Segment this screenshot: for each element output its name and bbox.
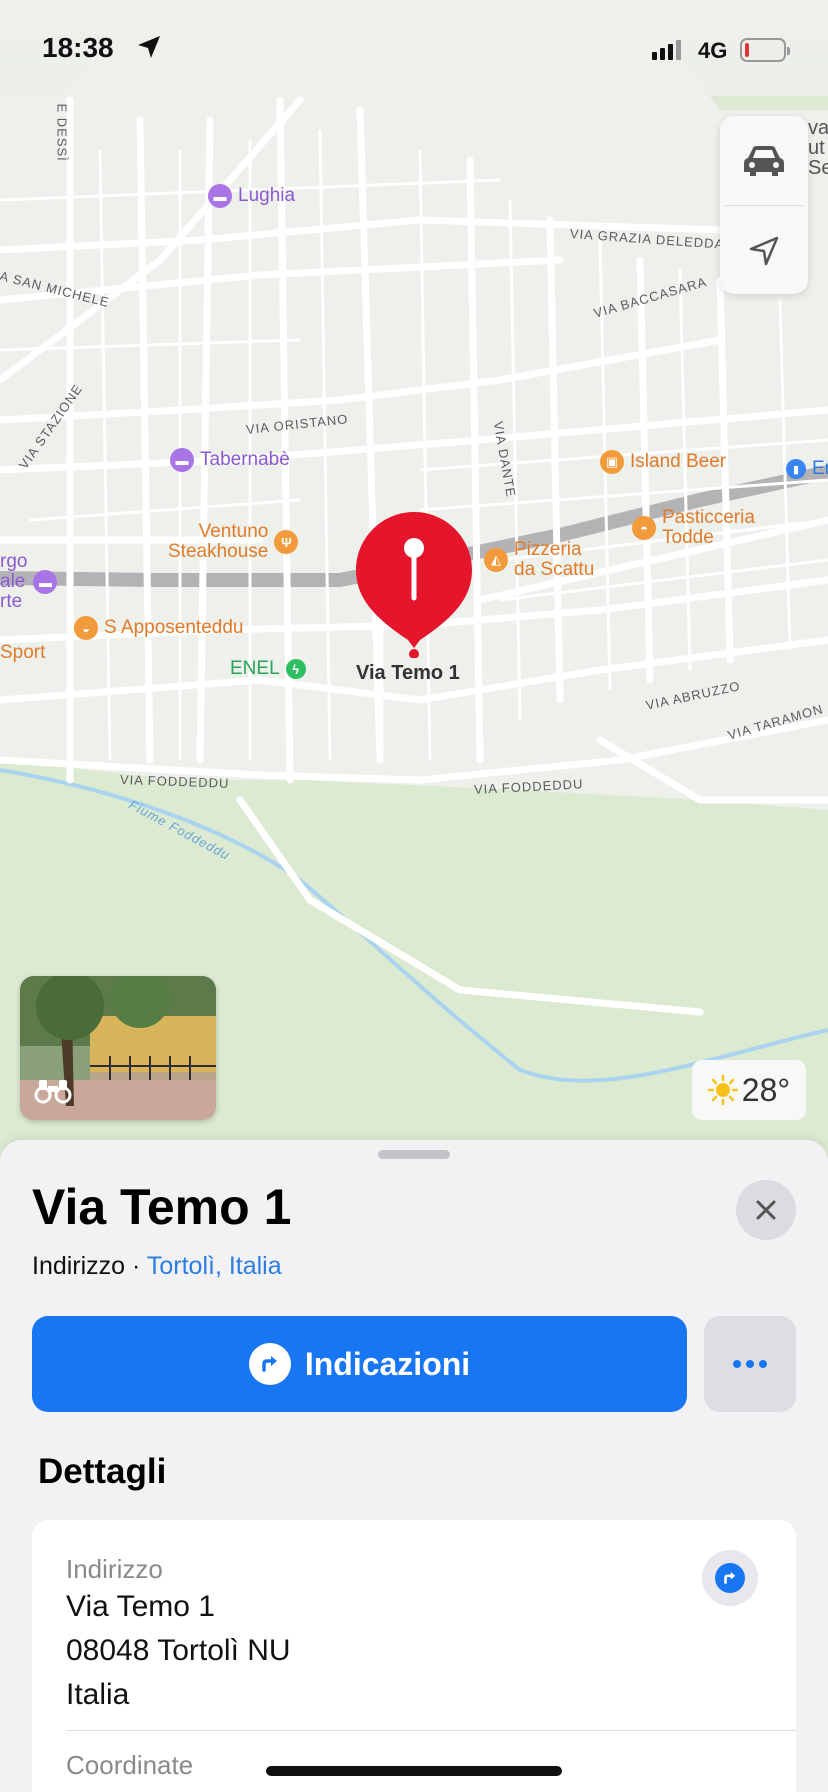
bakery-icon: ◓ — [632, 516, 656, 540]
poi-right-partial[interactable]: ▮ Er — [786, 458, 828, 480]
close-button[interactable] — [736, 1180, 796, 1240]
cellular-signal-icon — [652, 40, 681, 60]
poi-island-beer[interactable]: ▣ Island Beer — [600, 450, 726, 474]
details-heading: Dettagli — [38, 1452, 167, 1491]
directions-button[interactable]: Indicazioni — [32, 1316, 687, 1412]
pin-label: Via Temo 1 — [356, 662, 460, 684]
address-directions-button[interactable] — [702, 1550, 758, 1606]
hotel-icon: ▬ — [33, 570, 58, 594]
status-time: 18:38 — [42, 32, 114, 63]
poi-s-apposenteddu[interactable]: ◒ S Apposenteddu — [74, 616, 243, 640]
network-type: 4G — [698, 38, 728, 63]
ev-charger-icon: ϟ — [285, 659, 306, 679]
battery-icon — [740, 38, 790, 62]
weather-badge: 28° — [692, 1060, 806, 1120]
poi-top-right-partial[interactable]: va ut Se — [808, 118, 828, 178]
street-label: E DESSÌ — [54, 103, 70, 162]
hotel-icon: ▬ — [208, 184, 232, 208]
hotel-icon: ▬ — [170, 448, 194, 472]
status-bar: 18:38 4G — [0, 0, 828, 96]
map-mode-button[interactable] — [720, 116, 808, 205]
address-line-1[interactable]: Via Temo 1 — [66, 1590, 215, 1624]
map-controls — [720, 116, 808, 294]
poi-ventuno[interactable]: Ventuno Steakhouse Ψ — [168, 522, 299, 562]
sun-icon — [707, 1075, 738, 1105]
place-card-sheet: Via Temo 1 Indirizzo · Tortolì, Italia I… — [0, 1140, 828, 1792]
restaurant-icon: Ψ — [274, 530, 299, 554]
pizza-icon: ◭ — [484, 548, 508, 572]
more-icon — [733, 1360, 741, 1368]
directions-icon — [715, 1563, 745, 1593]
location-services-icon — [138, 36, 160, 58]
place-subtitle: Indirizzo · Tortolì, Italia — [32, 1252, 282, 1281]
poi-tabernabe[interactable]: ▬ Tabernabè — [170, 448, 290, 472]
location-arrow-icon — [749, 236, 779, 265]
beer-icon: ▣ — [600, 450, 624, 474]
directions-icon — [248, 1343, 291, 1385]
map-view[interactable]: E DESSÌ VIA GRAZIA DELEDDA A SAN MICHELE… — [0, 0, 828, 1160]
current-location-button[interactable] — [720, 206, 808, 295]
look-around-thumbnail[interactable] — [20, 976, 216, 1120]
place-type: Indirizzo — [32, 1252, 126, 1280]
poi-left-partial[interactable]: rgo ale rte ▬ — [0, 552, 58, 612]
coordinates-label: Coordinate — [66, 1750, 194, 1780]
location-pin-icon[interactable] — [354, 508, 474, 658]
place-locality-link[interactable]: Tortolì, Italia — [147, 1252, 282, 1280]
fuel-icon: ▮ — [786, 459, 806, 479]
address-line-3[interactable]: Italia — [66, 1678, 129, 1712]
car-icon — [744, 145, 784, 176]
weather-temperature: 28° — [741, 1071, 791, 1108]
home-indicator[interactable] — [266, 1766, 562, 1776]
poi-sport-partial[interactable]: Sport — [0, 642, 45, 664]
directions-label: Indicazioni — [304, 1345, 471, 1382]
divider — [66, 1730, 796, 1731]
address-label: Indirizzo — [66, 1554, 163, 1584]
close-icon — [756, 1200, 776, 1220]
poi-enel[interactable]: ENEL ϟ — [230, 658, 306, 680]
sheet-grabber[interactable] — [378, 1150, 450, 1159]
more-options-button[interactable] — [704, 1316, 796, 1412]
food-icon: ◒ — [74, 616, 98, 640]
binoculars-icon — [34, 1080, 72, 1104]
place-title: Via Temo 1 — [32, 1179, 292, 1235]
address-line-2[interactable]: 08048 Tortolì NU — [66, 1634, 291, 1668]
subtitle-separator: · — [125, 1252, 147, 1280]
poi-pasticceria-todde[interactable]: ◓ Pasticceria Todde — [632, 508, 755, 548]
poi-lughia[interactable]: ▬ Lughia — [208, 184, 295, 208]
poi-pizzeria-da-scattu[interactable]: ◭ Pizzeria da Scattu — [484, 540, 594, 580]
details-card: Indirizzo Via Temo 1 08048 Tortolì NU It… — [32, 1520, 796, 1792]
